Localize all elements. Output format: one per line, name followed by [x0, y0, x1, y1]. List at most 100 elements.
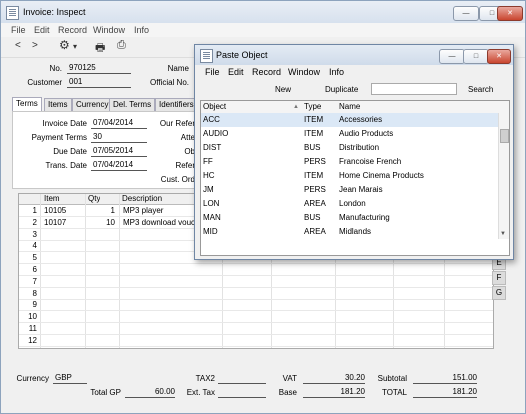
description-cell[interactable] [123, 288, 221, 299]
qty-cell[interactable] [87, 264, 115, 275]
qty-cell[interactable]: 10 [87, 217, 115, 228]
qty-cell[interactable] [87, 276, 115, 287]
forward-icon[interactable]: > [32, 40, 38, 51]
item-cell[interactable] [44, 252, 84, 263]
side-button-g[interactable]: G [492, 286, 506, 300]
dialog-close-button[interactable]: ✕ [487, 49, 511, 64]
qty-cell[interactable] [87, 229, 115, 240]
list-item[interactable]: AUDIO ITEM Audio Products [201, 127, 499, 141]
currency-field[interactable]: GBP [53, 373, 87, 384]
qty-cell[interactable] [87, 335, 115, 346]
description-cell[interactable] [123, 311, 221, 322]
qty-cell[interactable] [87, 299, 115, 310]
item-cell[interactable] [44, 288, 84, 299]
menu-edit[interactable]: Edit [34, 25, 50, 35]
item-cell[interactable] [44, 335, 84, 346]
tab-identifiers[interactable]: Identifiers [155, 98, 198, 111]
menu-record[interactable]: Record [58, 25, 87, 35]
search-input[interactable] [371, 83, 457, 95]
qty-cell[interactable] [87, 252, 115, 263]
list-item[interactable]: MAN BUS Manufacturing [201, 211, 499, 225]
item-cell[interactable] [44, 311, 84, 322]
qty-cell[interactable] [87, 311, 115, 322]
vat-field[interactable]: 30.20 [303, 373, 365, 384]
item-cell[interactable]: 10107 [44, 217, 84, 228]
list-item[interactable]: FF PERS Francoise French [201, 155, 499, 169]
tab-items[interactable]: Items [44, 98, 72, 111]
list-item[interactable]: ACC ITEM Accessories [201, 113, 499, 127]
minimize-button[interactable]: — [453, 6, 479, 21]
dialog-menu-file[interactable]: File [205, 67, 220, 77]
description-cell[interactable] [123, 335, 221, 346]
list-item[interactable]: MID AREA Midlands [201, 225, 499, 239]
new-button[interactable]: New [275, 85, 291, 94]
list-scrollbar[interactable]: ▼ [498, 113, 509, 239]
subtotal-label: Subtotal [377, 374, 407, 383]
object-list[interactable]: Object ▲ Type Name ACC ITEM Accessories AUD… [200, 100, 510, 256]
column-header-type[interactable]: Type [304, 101, 321, 113]
menu-window[interactable]: Window [93, 25, 125, 35]
column-header-name[interactable]: Name [339, 101, 360, 113]
search-button[interactable]: Search [468, 85, 493, 94]
tax2-field[interactable] [218, 373, 266, 384]
column-header-item: Item [44, 194, 60, 203]
qty-cell[interactable] [87, 240, 115, 251]
tab-terms[interactable]: Terms [12, 97, 42, 112]
dialog-maximize-button[interactable]: □ [463, 49, 489, 64]
list-item[interactable]: LON AREA London [201, 197, 499, 211]
no-field[interactable]: 970125 [67, 63, 131, 74]
payment-terms-field[interactable]: 30 [91, 132, 147, 143]
scrollbar-thumb[interactable] [500, 129, 509, 143]
menu-file[interactable]: File [11, 25, 26, 35]
title-bar[interactable]: Invoice: Inspect — □ ✕ [1, 1, 525, 23]
ext-tax-field[interactable] [218, 387, 266, 398]
list-item[interactable]: HC ITEM Home Cinema Products [201, 169, 499, 183]
customer-field[interactable]: 001 [67, 77, 131, 88]
list-item[interactable]: DIST BUS Distribution [201, 141, 499, 155]
tab-del-terms[interactable]: Del. Terms [109, 98, 156, 111]
due-date-field[interactable]: 07/05/2014 [91, 146, 147, 157]
gear-icon[interactable]: ⚙ [59, 38, 70, 52]
total-field[interactable]: 181.20 [413, 387, 477, 398]
duplicate-button[interactable]: Duplicate [325, 85, 358, 94]
dialog-menu-record[interactable]: Record [252, 67, 281, 77]
base-field[interactable]: 181.20 [303, 387, 365, 398]
dialog-title-bar[interactable]: Paste Object — □ ✕ [195, 45, 513, 65]
qty-cell[interactable] [87, 288, 115, 299]
print-preview-icon[interactable]: ⎙ [117, 39, 126, 52]
total-gp-field[interactable]: 60.00 [125, 387, 175, 398]
qty-cell[interactable]: 1 [87, 205, 115, 216]
scroll-down-icon[interactable]: ▼ [500, 231, 506, 237]
item-cell[interactable] [44, 264, 84, 275]
chevron-down-icon[interactable]: ▾ [73, 42, 77, 51]
customer-label: Customer [27, 78, 62, 87]
item-cell[interactable] [44, 240, 84, 251]
qty-cell[interactable] [87, 323, 115, 334]
menu-info[interactable]: Info [134, 25, 149, 35]
item-cell[interactable] [44, 276, 84, 287]
description-cell[interactable] [123, 299, 221, 310]
invoice-date-field[interactable]: 07/04/2014 [91, 118, 147, 129]
dialog-menu-window[interactable]: Window [288, 67, 320, 77]
print-icon[interactable]: 🖶 [95, 39, 105, 58]
back-icon[interactable]: < [15, 40, 21, 51]
dialog-menu-info[interactable]: Info [329, 67, 344, 77]
description-cell[interactable] [123, 323, 221, 334]
item-cell[interactable] [44, 299, 84, 310]
item-cell[interactable]: 10105 [44, 205, 84, 216]
tab-currency[interactable]: Currency [72, 98, 113, 111]
trans-date-field[interactable]: 07/04/2014 [91, 160, 147, 171]
object-cell: HC [203, 171, 215, 180]
item-cell[interactable] [44, 229, 84, 240]
sort-ascending-icon: ▲ [293, 104, 299, 110]
description-cell[interactable] [123, 276, 221, 287]
close-button[interactable]: ✕ [497, 6, 523, 21]
subtotal-field[interactable]: 151.00 [413, 373, 477, 384]
list-item[interactable]: JM PERS Jean Marais [201, 183, 499, 197]
column-header-object[interactable]: Object [203, 101, 226, 113]
dialog-minimize-button[interactable]: — [439, 49, 465, 64]
item-cell[interactable] [44, 323, 84, 334]
description-cell[interactable] [123, 264, 221, 275]
side-button-f[interactable]: F [492, 271, 506, 285]
dialog-menu-edit[interactable]: Edit [228, 67, 244, 77]
